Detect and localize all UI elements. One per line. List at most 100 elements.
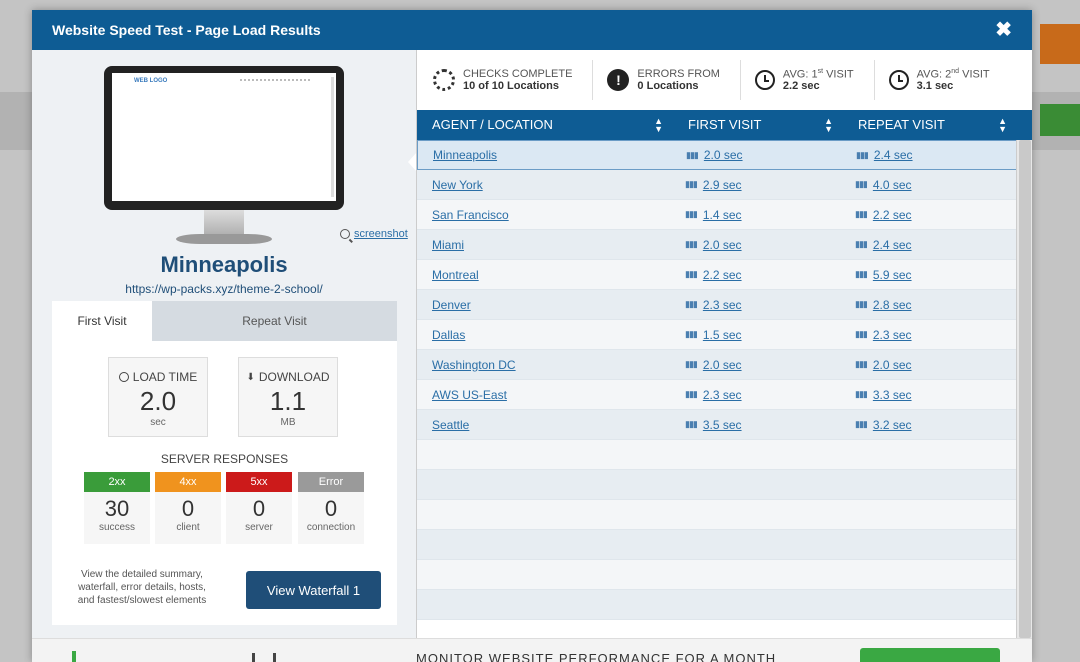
bar-chart-icon: ▮▮▮: [686, 149, 699, 160]
footer-text: MONITOR WEBSITE PERFORMANCE FOR A MONTH: [416, 651, 777, 662]
table-row[interactable]: Montreal ▮▮▮ 2.2 sec ▮▮▮ 5.9 sec: [417, 260, 1032, 290]
monitor-preview: WEB LOGO screenshot: [104, 66, 408, 246]
footer-cta-button[interactable]: [860, 648, 1000, 662]
spinner-icon: [433, 69, 455, 91]
location-link[interactable]: Montreal: [432, 268, 479, 282]
first-visit-link[interactable]: 1.5 sec: [703, 328, 742, 342]
table-row[interactable]: New York ▮▮▮ 2.9 sec ▮▮▮ 4.0 sec: [417, 170, 1032, 200]
server-responses-title: SERVER RESPONSES: [160, 452, 289, 466]
scrollbar-thumb[interactable]: [1019, 140, 1031, 638]
location-link[interactable]: Miami: [432, 238, 464, 252]
screenshot-link[interactable]: screenshot: [340, 228, 408, 240]
table-row[interactable]: Dallas ▮▮▮ 1.5 sec ▮▮▮ 2.3 sec: [417, 320, 1032, 350]
first-visit-link[interactable]: 2.3 sec: [703, 388, 742, 402]
location-link[interactable]: New York: [432, 178, 483, 192]
location-link[interactable]: Minneapolis: [433, 148, 497, 162]
cell-repeat-visit: ▮▮▮ 2.4 sec: [843, 238, 1003, 252]
location-link[interactable]: Washington DC: [432, 358, 516, 372]
repeat-visit-link[interactable]: 3.2 sec: [873, 418, 912, 432]
first-visit-link[interactable]: 1.4 sec: [703, 208, 742, 222]
response-error-count: 0: [324, 496, 338, 521]
table-row[interactable]: San Francisco ▮▮▮ 1.4 sec ▮▮▮ 2.2 sec: [417, 200, 1032, 230]
empty-row: [417, 470, 1032, 500]
screen-logo: WEB LOGO: [134, 78, 168, 84]
table-row[interactable]: Seattle ▮▮▮ 3.5 sec ▮▮▮ 3.2 sec: [417, 410, 1032, 440]
clock-icon: [888, 70, 909, 90]
repeat-visit-link[interactable]: 3.3 sec: [873, 388, 912, 402]
location-link[interactable]: Dallas: [432, 328, 465, 342]
cell-location: AWS US-East: [417, 388, 673, 402]
first-visit-link[interactable]: 2.0 sec: [704, 148, 743, 162]
results-table-body: Minneapolis ▮▮▮ 2.0 sec ▮▮▮ 2.4 sec New York ▮…: [417, 140, 1032, 620]
response-2xx: 2xx 30 success: [84, 472, 150, 544]
results-table-header: AGENT / LOCATION ▲ ▼ FIRST VISIT ▲ ▼ REPEA…: [417, 110, 1032, 140]
first-visit-link[interactable]: 3.5 sec: [703, 418, 742, 432]
table-row[interactable]: Washington DC ▮▮▮ 2.0 sec ▮▮▮ 2.0 sec: [417, 350, 1032, 380]
stat-avg-first: AVG: 1st VISIT 2.2 sec: [754, 60, 875, 100]
location-name: Minneapolis: [160, 252, 288, 277]
bar-chart-icon: ▮▮▮: [855, 269, 868, 279]
load-time-box: LOAD TIME 2.0 sec: [108, 357, 208, 437]
location-link[interactable]: Seattle: [432, 418, 469, 432]
bar-chart-icon: ▮▮▮: [855, 419, 868, 429]
cell-repeat-visit: ▮▮▮ 2.2 sec: [843, 208, 1003, 222]
repeat-visit-link[interactable]: 2.2 sec: [873, 208, 912, 222]
table-row[interactable]: AWS US-East ▮▮▮ 2.3 sec ▮▮▮ 3.3 sec: [417, 380, 1032, 410]
response-5xx-count: 0: [252, 496, 266, 521]
cell-repeat-visit: ▮▮▮ 2.3 sec: [843, 328, 1003, 342]
cell-first-visit: ▮▮▮ 2.9 sec: [673, 178, 843, 192]
table-row[interactable]: Denver ▮▮▮ 2.3 sec ▮▮▮ 2.8 sec: [417, 290, 1032, 320]
repeat-visit-link[interactable]: 4.0 sec: [873, 178, 912, 192]
cell-repeat-visit: ▮▮▮ 5.9 sec: [843, 268, 1003, 282]
footer-logo-secondary: [252, 653, 276, 662]
tab-first-visit[interactable]: First Visit: [52, 301, 152, 341]
repeat-visit-link[interactable]: 2.4 sec: [873, 238, 912, 252]
cell-location: Minneapolis: [418, 148, 674, 162]
close-icon[interactable]: ✖: [995, 20, 1012, 40]
first-visit-link[interactable]: 2.3 sec: [703, 298, 742, 312]
cell-repeat-visit: ▮▮▮ 2.0 sec: [843, 358, 1003, 372]
response-4xx-label: client: [176, 522, 200, 533]
location-link[interactable]: AWS US-East: [432, 388, 507, 402]
waterfall-note: View the detailed summary, waterfall, er…: [77, 569, 207, 606]
first-visit-link[interactable]: 2.9 sec: [703, 178, 742, 192]
bar-chart-icon: ▮▮▮: [855, 329, 868, 339]
monitor-base: [176, 234, 272, 244]
download-unit: MB: [280, 417, 296, 428]
screen-scrollbar: [331, 77, 334, 197]
location-detail-panel: WEB LOGO screenshot Minneapolis https://…: [32, 50, 416, 638]
sort-icon: ▲ ▼: [824, 116, 833, 134]
table-row[interactable]: Minneapolis ▮▮▮ 2.0 sec ▮▮▮ 2.4 sec: [417, 140, 1032, 170]
header-location[interactable]: AGENT / LOCATION ▲ ▼: [417, 117, 673, 134]
tab-repeat-visit[interactable]: Repeat Visit: [152, 301, 397, 341]
bar-chart-icon: ▮▮▮: [685, 329, 698, 339]
stat-checks-value: 10 of 10 Locations: [463, 80, 559, 92]
location-link[interactable]: Denver: [432, 298, 471, 312]
response-error: Error 0 connection: [298, 472, 364, 544]
first-visit-link[interactable]: 2.0 sec: [703, 238, 742, 252]
results-card: First Visit Repeat Visit LOAD TIME 2.0 s…: [52, 301, 397, 625]
promo-footer: MONITOR WEBSITE PERFORMANCE FOR A MONTH: [32, 638, 1032, 662]
location-link[interactable]: San Francisco: [432, 208, 509, 222]
first-visit-link[interactable]: 2.0 sec: [703, 358, 742, 372]
response-4xx: 4xx 0 client: [155, 472, 221, 544]
download-label-text: DOWNLOAD: [258, 370, 330, 384]
repeat-visit-link[interactable]: 2.4 sec: [874, 148, 913, 162]
view-waterfall-button[interactable]: View Waterfall 1: [246, 571, 381, 609]
cell-first-visit: ▮▮▮ 1.5 sec: [673, 328, 843, 342]
zoom-icon: [340, 229, 350, 239]
repeat-visit-link[interactable]: 2.8 sec: [873, 298, 912, 312]
stat-avg-repeat-label: AVG: 2nd VISIT: [916, 67, 990, 81]
table-scrollbar[interactable]: [1016, 140, 1032, 638]
table-row[interactable]: Miami ▮▮▮ 2.0 sec ▮▮▮ 2.4 sec: [417, 230, 1032, 260]
header-repeat-visit[interactable]: REPEAT VISIT ▲ ▼: [843, 116, 1017, 134]
stat-errors-label: ERRORS FROM: [637, 68, 720, 80]
repeat-visit-link[interactable]: 2.0 sec: [873, 358, 912, 372]
repeat-visit-link[interactable]: 2.3 sec: [873, 328, 912, 342]
repeat-visit-link[interactable]: 5.9 sec: [873, 268, 912, 282]
cell-location: Dallas: [417, 328, 673, 342]
sort-icon: ▲ ▼: [998, 116, 1007, 134]
header-first-visit[interactable]: FIRST VISIT ▲ ▼: [673, 116, 843, 134]
first-visit-link[interactable]: 2.2 sec: [703, 268, 742, 282]
cell-first-visit: ▮▮▮ 1.4 sec: [673, 208, 843, 222]
